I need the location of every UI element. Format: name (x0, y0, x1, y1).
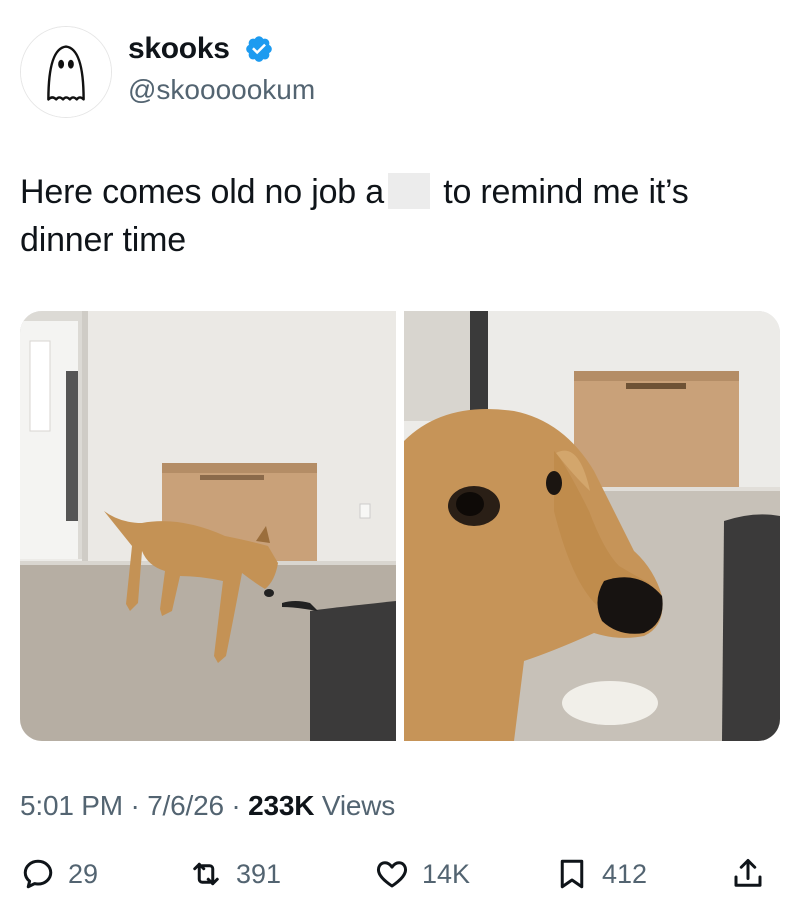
meta-separator-2: · (223, 790, 249, 821)
retweet-button[interactable]: 391 (188, 852, 281, 896)
share-button[interactable] (730, 852, 766, 896)
retweet-icon (193, 862, 219, 886)
tweet-text-part-1: Here comes old no job a (20, 173, 384, 211)
tweet-text: Here comes old no job a to remind me it’… (20, 168, 780, 264)
tweet-image-2[interactable] (404, 311, 780, 741)
photo-dog-closeup (404, 311, 780, 741)
redacted-word (387, 173, 430, 209)
like-button[interactable]: 14K (374, 852, 470, 896)
views-count: 233K (248, 790, 315, 821)
bookmark-count: 412 (602, 858, 648, 889)
bookmark-button[interactable]: 412 (554, 852, 647, 896)
views-label: Views (314, 790, 396, 821)
retweet-count: 391 (236, 858, 282, 889)
share-icon (734, 859, 762, 887)
reply-button[interactable]: 29 (20, 852, 98, 896)
heart-icon (376, 861, 408, 888)
ghost-icon (21, 27, 111, 117)
tweet-date[interactable]: 7/6/26 (147, 790, 224, 821)
photo-dog-standing (20, 311, 396, 741)
reply-icon (23, 859, 53, 889)
verified-badge-icon (246, 36, 272, 62)
avatar[interactable] (20, 26, 112, 118)
reply-count: 29 (68, 858, 99, 889)
like-count: 14K (422, 858, 471, 889)
display-name[interactable]: skooks (128, 32, 230, 66)
author-handle[interactable]: @skoooookum (128, 74, 315, 106)
meta-separator-1: · (122, 790, 148, 821)
tweet-image-1[interactable] (20, 311, 396, 741)
bookmark-icon (560, 859, 584, 889)
tweet-time[interactable]: 5:01 PM (20, 790, 123, 821)
tweet-meta: 5:01 PM · 7/6/26 · 233K Views (20, 790, 395, 822)
